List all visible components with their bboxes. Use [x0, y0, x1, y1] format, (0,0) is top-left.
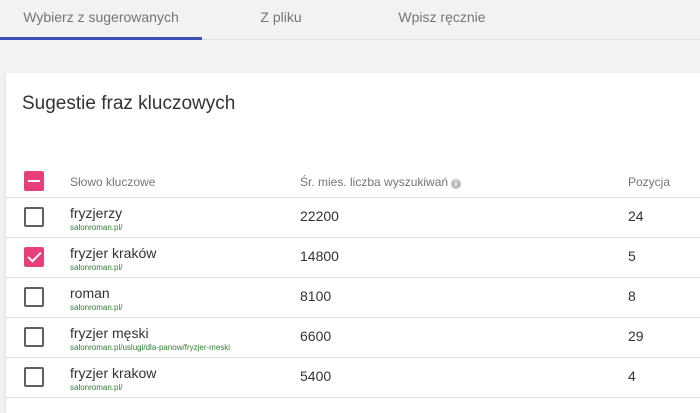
tab-bar: Wybierz z sugerowanych Z pliku Wpisz ręc…: [0, 0, 700, 40]
avg-searches-value: 8100: [300, 288, 332, 304]
table-header: Słowo kluczowe Śr. mies. liczba wyszukiw…: [6, 161, 700, 198]
position-value: 8: [628, 288, 636, 304]
row-checkbox[interactable]: [24, 247, 44, 267]
column-header-avg-searches: Śr. mies. liczba wyszukiwań i: [300, 175, 462, 189]
position-value: 4: [628, 368, 636, 384]
table-row: fryzjerzy salonroman.pl/ 22200 24: [6, 198, 700, 238]
select-all-checkbox[interactable]: [24, 171, 44, 191]
row-checkbox[interactable]: [24, 287, 44, 307]
card-title: Sugestie fraz kluczowych: [22, 93, 236, 114]
avg-searches-value: 6600: [300, 328, 332, 344]
avg-searches-value: 14800: [300, 248, 339, 264]
column-header-avg-label: Śr. mies. liczba wyszukiwań: [300, 175, 449, 189]
keyword-suggestions-card: Sugestie fraz kluczowych Słowo kluczowe …: [6, 73, 700, 413]
keyword-url: salonroman.pl/: [70, 303, 123, 312]
keyword-text: fryzjer krakow: [70, 365, 157, 381]
avg-searches-value: 5400: [300, 368, 332, 384]
row-checkbox[interactable]: [24, 207, 44, 227]
info-icon[interactable]: i: [451, 179, 462, 189]
column-header-keyword: Słowo kluczowe: [70, 175, 156, 189]
avg-searches-value: 22200: [300, 208, 339, 224]
keyword-text: fryzjerzy: [70, 205, 123, 221]
keyword-url: salonroman.pl/: [70, 223, 123, 232]
tab-manual[interactable]: Wpisz ręcznie: [376, 0, 508, 40]
column-header-position: Pozycja: [628, 175, 671, 189]
keyword-text: fryzjer męski: [70, 325, 149, 341]
position-value: 5: [628, 248, 636, 264]
keyword-text: roman: [70, 285, 110, 301]
position-value: 29: [628, 328, 644, 344]
active-tab-indicator: [0, 37, 202, 40]
table-row: fryzjer krakow salonroman.pl/ 5400 4: [6, 358, 700, 398]
table-row: fryzjer kraków salonroman.pl/ 14800 5: [6, 238, 700, 278]
tab-suggested[interactable]: Wybierz z sugerowanych: [0, 0, 202, 40]
row-checkbox[interactable]: [24, 327, 44, 347]
position-value: 24: [628, 208, 644, 224]
keyword-url: salonroman.pl/: [70, 263, 123, 272]
keyword-url: salonroman.pl/uslugi/dla-panow/fryzjer-m…: [70, 343, 231, 352]
table-row: roman salonroman.pl/ 8100 8: [6, 278, 700, 318]
keyword-text: fryzjer kraków: [70, 245, 157, 261]
tab-from-file[interactable]: Z pliku: [226, 0, 336, 40]
keyword-url: salonroman.pl/: [70, 383, 123, 392]
row-checkbox[interactable]: [24, 367, 44, 387]
table-row: fryzjer męski salonroman.pl/uslugi/dla-p…: [6, 318, 700, 358]
